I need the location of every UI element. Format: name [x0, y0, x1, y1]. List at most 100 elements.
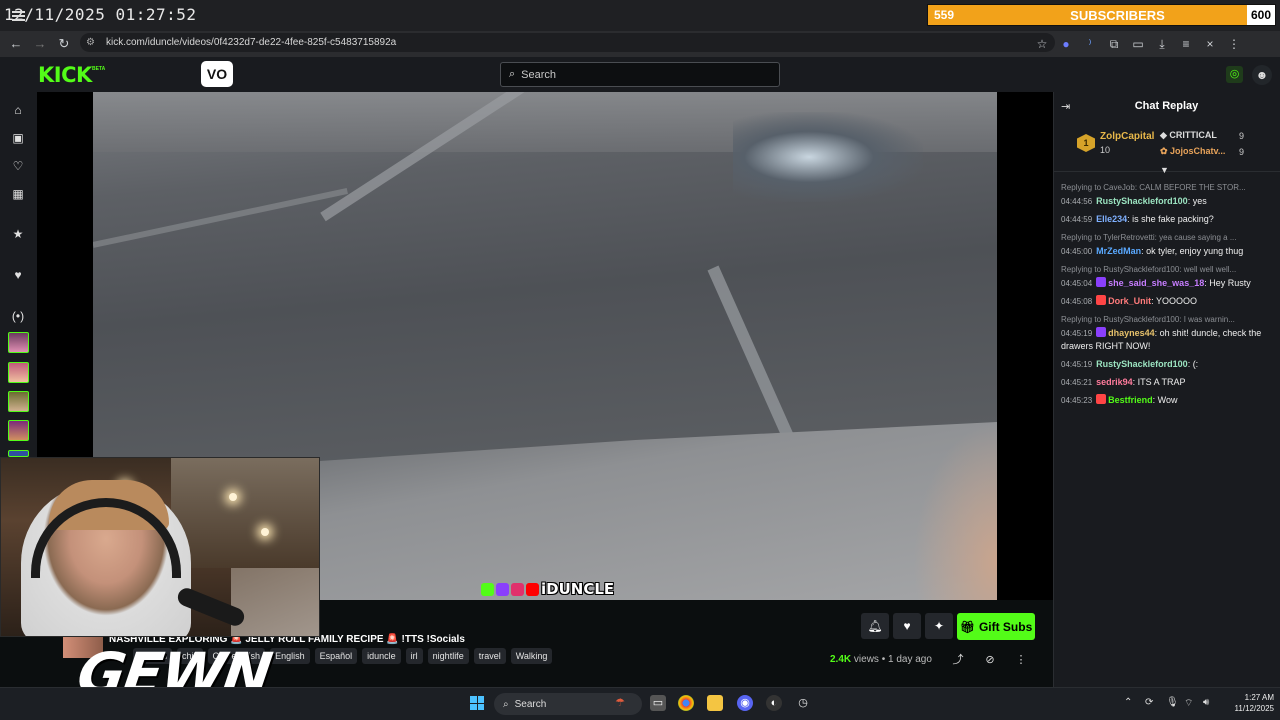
discord-icon[interactable]: ◉: [737, 695, 753, 711]
stream-watermark: iDUNCLE: [481, 580, 614, 598]
chrome-icon[interactable]: [678, 695, 694, 711]
leaderboard-third-value: 9: [1239, 147, 1245, 157]
share-icon[interactable]: ⤴: [951, 653, 965, 667]
channel-avatar[interactable]: [8, 450, 29, 457]
clock-date: 11/12/2025: [1234, 704, 1274, 713]
menu-kebab-icon[interactable]: ⋮: [1222, 37, 1246, 51]
leaderboard-second-user[interactable]: ◆ CRITTICAL: [1160, 130, 1217, 141]
collapse-chat-icon[interactable]: ⇥: [1061, 100, 1070, 113]
tag[interactable]: English: [270, 648, 310, 664]
leaderboard-top-user[interactable]: ZolpCapital: [1100, 131, 1154, 142]
search-input[interactable]: ⌕ Search: [500, 62, 780, 87]
notification-bell-button[interactable]: 🔔︎: [861, 613, 889, 639]
tray-app-icon[interactable]: ⟳: [1145, 697, 1153, 708]
message-timestamp: 04:45:08: [1061, 297, 1093, 306]
separator: •: [881, 654, 886, 665]
youtube-icon: [526, 582, 539, 596]
reply-context[interactable]: Replying to TylerRetrovetti: yea cause s…: [1061, 231, 1273, 244]
leaderboard-third-user[interactable]: ✿ JojosChatv...: [1160, 146, 1225, 157]
address-bar[interactable]: ⚙ kick.com/iduncle/videos/0f4232d7-de22-…: [80, 33, 1055, 52]
tray-chevron-icon[interactable]: ⌃: [1124, 697, 1132, 708]
url-text: kick.com/iduncle/videos/0f4232d7-de22-4f…: [106, 37, 397, 48]
chat-messages: Replying to CaveJob: CALM BEFORE THE STO…: [1061, 181, 1273, 412]
app-icon[interactable]: ◐: [766, 695, 782, 711]
home-icon[interactable]: ⌂: [10, 102, 26, 118]
gift-icon: 🎁︎: [959, 619, 975, 634]
chat-message: Replying to RustyShackleford100: I was w…: [1061, 313, 1273, 353]
message-timestamp: 04:45:19: [1061, 329, 1093, 338]
message-line: 04:45:19 dhaynes44: oh shit! duncle, chec…: [1061, 327, 1273, 353]
task-view-icon[interactable]: ▭: [650, 695, 666, 711]
chat-username[interactable]: she_said_she_was_18: [1108, 278, 1204, 288]
reading-list-icon[interactable]: ≡: [1174, 37, 1198, 51]
tag[interactable]: Español: [314, 648, 358, 664]
weather-widget-icon[interactable]: ☂: [612, 695, 628, 711]
puzzle-icon[interactable]: ⧉: [1102, 37, 1126, 52]
channel-avatar[interactable]: [8, 362, 29, 383]
vo-button[interactable]: VO: [201, 61, 233, 87]
reply-context[interactable]: Replying to RustyShackleford100: well we…: [1061, 263, 1273, 276]
close-icon[interactable]: ×: [1198, 37, 1222, 51]
download-icon[interactable]: ⤓: [1150, 37, 1174, 52]
extension-icon[interactable]: ◎: [1226, 66, 1243, 83]
taskbar-clock[interactable]: 1:27 AM 11/12/2025: [1222, 692, 1274, 714]
chat-username[interactable]: dhaynes44: [1108, 328, 1155, 338]
message-text: : YOOOOO: [1151, 296, 1197, 306]
kick-logo[interactable]: KICK: [38, 63, 92, 87]
chat-username[interactable]: RustyShackleford100: [1096, 359, 1188, 369]
chat-username[interactable]: RustyShackleford100: [1096, 196, 1188, 206]
site-info-icon[interactable]: ⚙: [86, 37, 100, 48]
expand-leaderboard-icon[interactable]: ▼: [1160, 165, 1169, 175]
chat-username[interactable]: sedrik94: [1096, 377, 1133, 387]
start-icon[interactable]: [470, 696, 484, 710]
tag[interactable]: irl: [405, 648, 423, 664]
message-line: 04:45:21 sedrik94: ITS A TRAP: [1061, 376, 1273, 389]
clock-app-icon[interactable]: ◷: [795, 695, 811, 711]
chat-username[interactable]: Dork_Unit: [1108, 296, 1151, 306]
file-explorer-icon[interactable]: [707, 695, 723, 711]
hide-icon[interactable]: ⊘: [983, 653, 997, 667]
search-icon: ⌕: [509, 68, 516, 80]
tag[interactable]: nightlife: [427, 648, 469, 664]
user-avatar-icon[interactable]: ☻: [1252, 65, 1272, 85]
more-options-icon[interactable]: ⋮: [1014, 653, 1028, 667]
tag[interactable]: iduncle: [362, 648, 401, 664]
mic-icon[interactable]: 🎙︎: [1166, 697, 1179, 708]
extension-icon[interactable]: ●: [1054, 37, 1078, 51]
volume-icon[interactable]: 🔊︎: [1203, 697, 1209, 708]
forward-icon[interactable]: →: [32, 36, 48, 52]
reply-context[interactable]: Replying to RustyShackleford100: I was w…: [1061, 313, 1273, 326]
follow-button[interactable]: ♥: [893, 613, 921, 639]
browse-icon[interactable]: ▣: [10, 130, 26, 146]
menu-hamburger-icon[interactable]: [12, 11, 25, 21]
gift-subs-button[interactable]: 🎁︎ Gift Subs: [957, 613, 1035, 640]
message-timestamp: 04:45:04: [1061, 279, 1093, 288]
split-icon[interactable]: ▭: [1126, 37, 1150, 51]
tag[interactable]: travel: [473, 648, 506, 664]
star-icon[interactable]: ★: [10, 226, 26, 242]
channel-avatar[interactable]: [8, 332, 29, 353]
reply-context[interactable]: Replying to CaveJob: CALM BEFORE THE STO…: [1061, 181, 1273, 194]
network-icon[interactable]: ⌔: [1184, 697, 1193, 710]
chat-message: 04:45:19 RustyShackleford100: (:: [1061, 358, 1273, 371]
search-icon: ⌕: [503, 698, 509, 710]
bell-icon: 🔔︎: [867, 619, 883, 633]
heart-icon[interactable]: ♥: [10, 267, 26, 283]
following-icon[interactable]: ♡: [10, 158, 26, 174]
reload-icon[interactable]: ↻: [56, 36, 72, 52]
chat-username[interactable]: MrZedMan: [1096, 246, 1141, 256]
categories-icon[interactable]: ▦: [10, 186, 26, 202]
bookmark-star-icon[interactable]: ☆: [1030, 37, 1054, 51]
sparkle-button[interactable]: ✦: [925, 613, 953, 639]
channel-avatar[interactable]: [8, 420, 29, 441]
tag[interactable]: Walking: [510, 648, 553, 664]
live-icon[interactable]: (•): [10, 308, 26, 324]
message-line: 04:45:04 she_said_she_was_18: Hey Rusty: [1061, 277, 1273, 290]
chat-username[interactable]: Elle234: [1096, 214, 1127, 224]
user-badge-icon: [1096, 394, 1107, 404]
extension-icon[interactable]: ⁾: [1078, 37, 1102, 51]
back-icon[interactable]: ←: [8, 36, 24, 52]
chat-username[interactable]: Bestfriend: [1108, 395, 1153, 405]
leaderboard-second-value: 9: [1239, 131, 1245, 141]
channel-avatar[interactable]: [8, 391, 29, 412]
